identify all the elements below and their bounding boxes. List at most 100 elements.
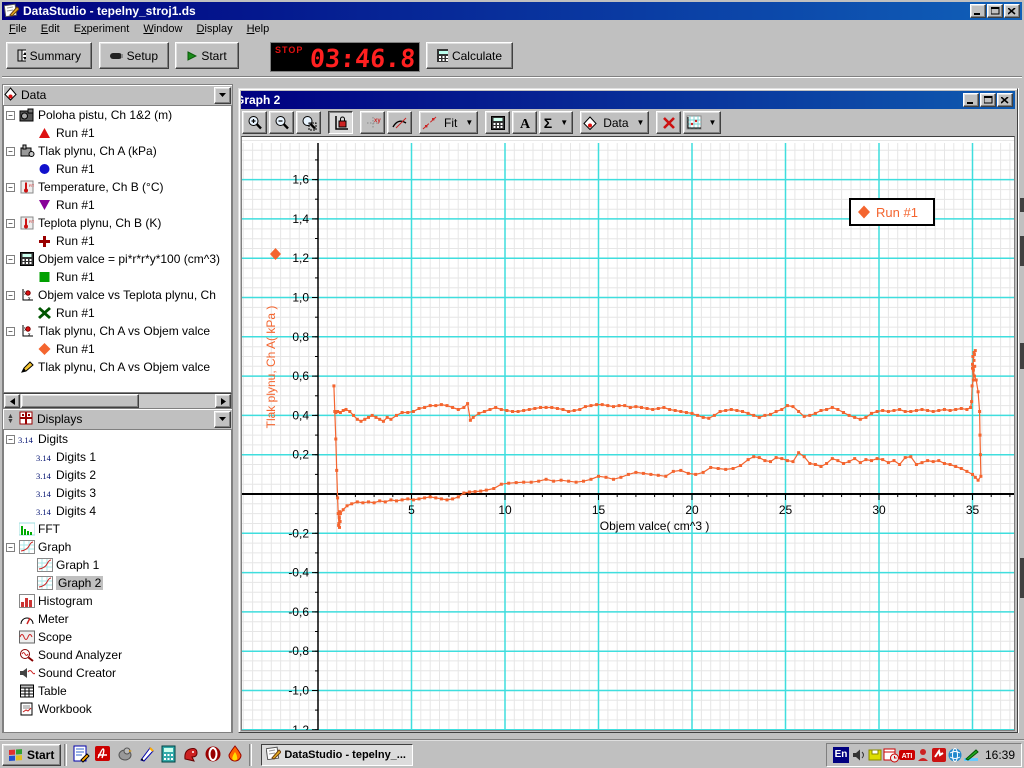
calculate-button[interactable] <box>485 111 510 134</box>
dropdown-arrow-icon[interactable]: ▼ <box>463 118 475 127</box>
tree-expand-icon[interactable]: − <box>6 543 15 552</box>
graph-window-titlebar[interactable]: Graph 2 <box>241 91 1015 109</box>
display-child-item[interactable]: 3.14Digits 3 <box>4 484 231 502</box>
display-child-item[interactable]: Graph 1 <box>4 556 231 574</box>
statistics-button[interactable]: Σ▼ <box>539 111 573 134</box>
scheduler-icon[interactable] <box>883 747 899 763</box>
tree-expand-icon[interactable]: − <box>6 111 15 120</box>
close-icon[interactable] <box>1004 4 1020 18</box>
tree-expand-icon[interactable]: − <box>6 327 15 336</box>
display-item[interactable]: Scope <box>4 628 231 646</box>
data-run-item[interactable]: Run #1 <box>4 304 231 322</box>
display-item[interactable]: Meter <box>4 610 231 628</box>
graph-close-icon[interactable] <box>997 93 1013 107</box>
chart-plot-area[interactable]: 1,61,41,21,00,80,60,40,2-0,2-0,4-0,6-0,8… <box>241 136 1015 731</box>
start-button[interactable]: Start <box>175 42 239 69</box>
display-item[interactable]: Sound Analyzer <box>4 646 231 664</box>
fire-icon[interactable] <box>225 744 245 764</box>
setup-button[interactable]: Setup <box>99 42 169 69</box>
tree-expand-icon[interactable]: − <box>6 147 15 156</box>
data-run-item[interactable]: Run #1 <box>4 232 231 250</box>
scroll-left-icon[interactable] <box>4 394 20 408</box>
minimize-icon[interactable] <box>970 4 986 18</box>
start-menu-button[interactable]: Start <box>2 744 61 766</box>
fit-menu-button[interactable]: Fit▼ <box>419 111 478 134</box>
zoom-out-button[interactable] <box>269 111 294 134</box>
scale-to-fit-button[interactable] <box>328 111 353 134</box>
summary-button[interactable]: Summary <box>6 42 92 69</box>
scroll-thumb[interactable] <box>21 394 139 408</box>
zoom-in-button[interactable] <box>242 111 267 134</box>
dropdown-arrow-icon[interactable]: ▼ <box>558 118 570 127</box>
data-item[interactable]: −Tlak plynu, Ch A (kPa) <box>4 142 231 160</box>
display-item[interactable]: Table <box>4 682 231 700</box>
data-dropdown-icon[interactable] <box>214 87 231 104</box>
pen-icon[interactable] <box>137 744 157 764</box>
speaker-icon[interactable] <box>851 747 867 763</box>
display-item[interactable]: −3.14Digits <box>4 430 231 448</box>
keyboard-layout-indicator[interactable]: En <box>833 747 849 763</box>
data-item[interactable]: −RTDTeplota plynu, Ch B (K) <box>4 214 231 232</box>
data-run-item[interactable]: Run #1 <box>4 268 231 286</box>
data-section-header[interactable]: Data <box>3 85 232 106</box>
menu-help[interactable]: Help <box>240 21 277 37</box>
maximize-icon[interactable] <box>987 4 1003 18</box>
graph-settings-button[interactable]: ▼ <box>683 111 721 134</box>
graph-minimize-icon[interactable] <box>963 93 979 107</box>
dropdown-arrow-icon[interactable]: ▼ <box>706 118 718 127</box>
globe-icon[interactable] <box>947 747 963 763</box>
menu-edit[interactable]: Edit <box>34 21 67 37</box>
tree-expand-icon[interactable]: − <box>6 219 15 228</box>
display-item[interactable]: Sound Creator <box>4 664 231 682</box>
app-titlebar[interactable]: DataStudio - tepelny_stroj1.ds <box>2 2 1022 20</box>
wordpad-icon[interactable] <box>71 744 91 764</box>
bird-icon[interactable] <box>115 744 135 764</box>
data-item[interactable]: −Objem valce = pi*r*r*y*100 (cm^3) <box>4 250 231 268</box>
data-run-item[interactable]: Run #1 <box>4 160 231 178</box>
data-item[interactable]: −RTDTemperature, Ch B (°C) <box>4 178 231 196</box>
displays-section-header[interactable]: ▲▼ Displays <box>3 409 232 430</box>
text-note-button[interactable]: A <box>512 111 537 134</box>
menu-window[interactable]: Window <box>136 21 189 37</box>
display-child-item[interactable]: 3.14Digits 1 <box>4 448 231 466</box>
menu-experiment[interactable]: Experiment <box>67 21 137 37</box>
data-tree-hscrollbar[interactable] <box>3 393 232 409</box>
tree-expand-icon[interactable]: − <box>6 291 15 300</box>
acrobat-icon[interactable] <box>93 744 113 764</box>
scroll-right-icon[interactable] <box>215 394 231 408</box>
splitter-handle-icon[interactable]: ▲▼ <box>4 412 17 427</box>
datastudio-task-button[interactable]: DataStudio - tepelny_... <box>261 744 413 766</box>
display-child-item[interactable]: 3.14Digits 2 <box>4 466 231 484</box>
dragon-icon[interactable] <box>181 744 201 764</box>
menu-file[interactable]: File <box>2 21 34 37</box>
data-item[interactable]: −Poloha pistu, Ch 1&2 (m) <box>4 106 231 124</box>
tree-expand-icon[interactable]: − <box>6 435 15 444</box>
data-item[interactable]: −yxTlak plynu, Ch A vs Objem valce <box>4 322 231 340</box>
data-item[interactable]: Tlak plynu, Ch A vs Objem valce <box>4 358 231 376</box>
display-item[interactable]: FFT <box>4 520 231 538</box>
display-child-item[interactable]: 3.14Digits 4 <box>4 502 231 520</box>
slope-tool-button[interactable] <box>387 111 412 134</box>
tree-expand-icon[interactable]: − <box>6 255 15 264</box>
draw-icon[interactable] <box>963 747 979 763</box>
ati-icon[interactable]: ATI <box>899 747 915 763</box>
display-item[interactable]: Workbook <box>4 700 231 718</box>
switch-icon[interactable] <box>931 747 947 763</box>
tree-expand-icon[interactable]: − <box>6 183 15 192</box>
smart-tool-button[interactable]: xy <box>360 111 385 134</box>
graph-maximize-icon[interactable] <box>980 93 996 107</box>
data-item[interactable]: −yxObjem valce vs Teplota plynu, Ch <box>4 286 231 304</box>
opera-icon[interactable] <box>203 744 223 764</box>
delete-button[interactable] <box>656 111 681 134</box>
graph2-chart[interactable]: 1,61,41,21,00,80,60,40,2-0,2-0,4-0,6-0,8… <box>242 137 1015 731</box>
display-item[interactable]: −Graph <box>4 538 231 556</box>
calculator-icon[interactable] <box>159 744 179 764</box>
display-item[interactable]: Histogram <box>4 592 231 610</box>
data-run-item[interactable]: Run #1 <box>4 340 231 358</box>
data-menu-button[interactable]: Data▼ <box>580 111 649 134</box>
disk-icon[interactable] <box>867 747 883 763</box>
display-child-item[interactable]: Graph 2 <box>4 574 231 592</box>
data-run-item[interactable]: Run #1 <box>4 124 231 142</box>
zoom-select-button[interactable] <box>296 111 321 134</box>
calculate-button[interactable]: Calculate <box>426 42 513 69</box>
